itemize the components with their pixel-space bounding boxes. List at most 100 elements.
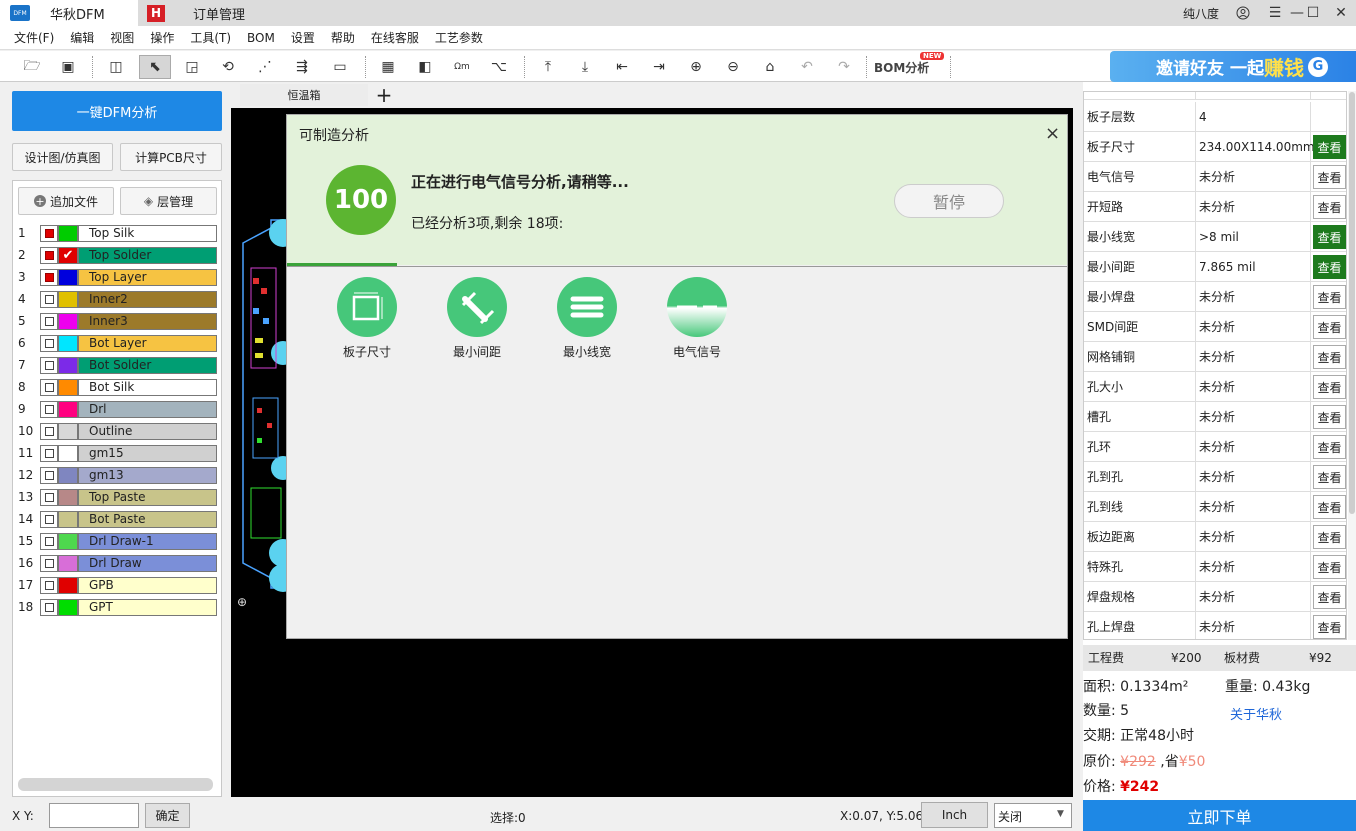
layer-color-swatch[interactable] <box>58 401 78 418</box>
user-name[interactable]: 纯八度 <box>1183 5 1219 22</box>
layer-visibility-checkbox[interactable] <box>40 269 58 286</box>
layer-visibility-checkbox[interactable] <box>40 555 58 572</box>
layer-color-swatch[interactable] <box>58 533 78 550</box>
category-board-size[interactable]: 板子尺寸 <box>322 277 412 360</box>
view-button[interactable]: 查看 <box>1313 555 1346 579</box>
view-button[interactable]: 查看 <box>1313 525 1346 549</box>
unit-toggle-button[interactable]: Inch <box>921 802 988 828</box>
layer-visibility-checkbox[interactable] <box>40 401 58 418</box>
pause-button[interactable]: 暂停 <box>894 184 1004 218</box>
home-icon[interactable]: ⌂ <box>758 55 782 79</box>
layer-row[interactable]: 4 Inner2 <box>16 289 217 310</box>
layer-row[interactable]: 14 Bot Paste <box>16 509 217 530</box>
layer-color-swatch[interactable] <box>58 335 78 352</box>
view-button[interactable]: 查看 <box>1313 495 1346 519</box>
view-button[interactable]: 查看 <box>1313 195 1346 219</box>
move-left-icon[interactable]: ⇤ <box>610 55 634 79</box>
close-icon[interactable]: ✕ <box>1326 0 1356 26</box>
layer-color-swatch[interactable] <box>58 313 78 330</box>
layer-color-swatch[interactable] <box>58 225 78 242</box>
layer-color-swatch[interactable] <box>58 555 78 572</box>
view-button[interactable]: 查看 <box>1313 615 1346 639</box>
user-icon[interactable] <box>1228 0 1258 26</box>
menu-help[interactable]: 帮助 <box>331 29 355 46</box>
layer-row[interactable]: 7 Bot Solder <box>16 355 217 376</box>
layer-row[interactable]: 17 GPB <box>16 575 217 596</box>
layer-row[interactable]: 18 GPT <box>16 597 217 618</box>
layer-row[interactable]: 10 Outline <box>16 421 217 442</box>
menu-bom[interactable]: BOM <box>247 31 275 45</box>
menu-settings[interactable]: 设置 <box>291 29 315 46</box>
component-icon[interactable]: ◧ <box>413 55 437 79</box>
view-button[interactable]: 查看 <box>1313 255 1346 279</box>
close-mode-dropdown[interactable]: 关闭 ▼ <box>994 803 1072 828</box>
layer-color-swatch[interactable] <box>58 489 78 506</box>
layer-color-swatch[interactable]: ✔ <box>58 247 78 264</box>
layer-row[interactable]: 11 gm15 <box>16 443 217 464</box>
xy-input[interactable] <box>49 803 139 828</box>
view-button[interactable]: 查看 <box>1313 285 1346 309</box>
calc-pcb-size-button[interactable]: 计算PCB尺寸 <box>120 143 222 171</box>
layer-manager-button[interactable]: ◈ 层管理 <box>120 187 217 215</box>
category-electrical-signal[interactable]: 电气信号 <box>652 277 742 360</box>
move-right-icon[interactable]: ⇥ <box>647 55 671 79</box>
zoom-out-icon[interactable]: ⊖ <box>721 55 745 79</box>
layer-visibility-checkbox[interactable] <box>40 291 58 308</box>
layer-color-swatch[interactable] <box>58 423 78 440</box>
place-order-button[interactable]: 立即下单 <box>1083 800 1356 831</box>
layer-visibility-checkbox[interactable] <box>40 357 58 374</box>
view-button[interactable]: 查看 <box>1313 345 1346 369</box>
add-file-button[interactable]: + 追加文件 <box>18 187 114 215</box>
layer-visibility-checkbox[interactable] <box>40 577 58 594</box>
layer-visibility-checkbox[interactable] <box>40 247 58 264</box>
menu-process-params[interactable]: 工艺参数 <box>435 29 483 46</box>
align-icon[interactable]: ⇶ <box>290 55 314 79</box>
ohm-icon[interactable]: Ωm <box>450 55 474 79</box>
window-select-icon[interactable]: ◲ <box>180 55 204 79</box>
undo-icon[interactable]: ↶ <box>795 55 819 79</box>
layer-row[interactable]: 2 ✔ Top Solder <box>16 245 217 266</box>
bom-analysis-button[interactable]: BOM分析 <box>874 59 929 76</box>
pdf-icon[interactable]: ▣ <box>56 55 80 79</box>
tab-app[interactable]: DFM 华秋DFM <box>0 0 138 26</box>
view-button[interactable]: 查看 <box>1313 225 1346 249</box>
layer-color-swatch[interactable] <box>58 269 78 286</box>
about-huaqiu-link[interactable]: 关于华秋 <box>1230 704 1282 723</box>
menu-tools[interactable]: 工具(T) <box>190 29 231 46</box>
layer-visibility-checkbox[interactable] <box>40 423 58 440</box>
category-min-trace-width[interactable]: 最小线宽 <box>542 277 632 360</box>
view-button[interactable]: 查看 <box>1313 135 1346 159</box>
add-tab-icon[interactable]: + <box>375 83 393 107</box>
layer-visibility-checkbox[interactable] <box>40 225 58 242</box>
maximize-icon[interactable]: ☐ <box>1298 0 1328 26</box>
layer-row[interactable]: 5 Inner3 <box>16 311 217 332</box>
zoom-in-icon[interactable]: ⊕ <box>684 55 708 79</box>
layer-color-swatch[interactable] <box>58 379 78 396</box>
menu-file[interactable]: 文件(F) <box>14 29 54 46</box>
layer-visibility-checkbox[interactable] <box>40 511 58 528</box>
layer-color-swatch[interactable] <box>58 511 78 528</box>
open-folder-icon[interactable]: 🗁 <box>20 55 44 79</box>
layer-row[interactable]: 13 Top Paste <box>16 487 217 508</box>
view-button[interactable]: 查看 <box>1313 375 1346 399</box>
layer-visibility-checkbox[interactable] <box>40 599 58 616</box>
invite-banner[interactable]: 邀请好友 一起 赚钱 G <box>1110 51 1356 82</box>
layer-row[interactable]: 8 Bot Silk <box>16 377 217 398</box>
layer-color-swatch[interactable] <box>58 467 78 484</box>
one-click-dfm-button[interactable]: 一键DFM分析 <box>12 91 222 131</box>
design-sim-button[interactable]: 设计图/仿真图 <box>12 143 113 171</box>
layer-visibility-checkbox[interactable] <box>40 467 58 484</box>
layer-row[interactable]: 6 Bot Layer <box>16 333 217 354</box>
view-button[interactable]: 查看 <box>1313 435 1346 459</box>
confirm-button[interactable]: 确定 <box>145 803 190 828</box>
view-button[interactable]: 查看 <box>1313 315 1346 339</box>
layer-visibility-checkbox[interactable] <box>40 489 58 506</box>
layer-visibility-checkbox[interactable] <box>40 379 58 396</box>
layer-visibility-checkbox[interactable] <box>40 533 58 550</box>
layer-visibility-checkbox[interactable] <box>40 313 58 330</box>
layer-row[interactable]: 12 gm13 <box>16 465 217 486</box>
menu-view[interactable]: 视图 <box>110 29 134 46</box>
ruler-icon[interactable]: ▭ <box>328 55 352 79</box>
qr-grid-icon[interactable]: ▦ <box>376 55 400 79</box>
layer-visibility-checkbox[interactable] <box>40 335 58 352</box>
